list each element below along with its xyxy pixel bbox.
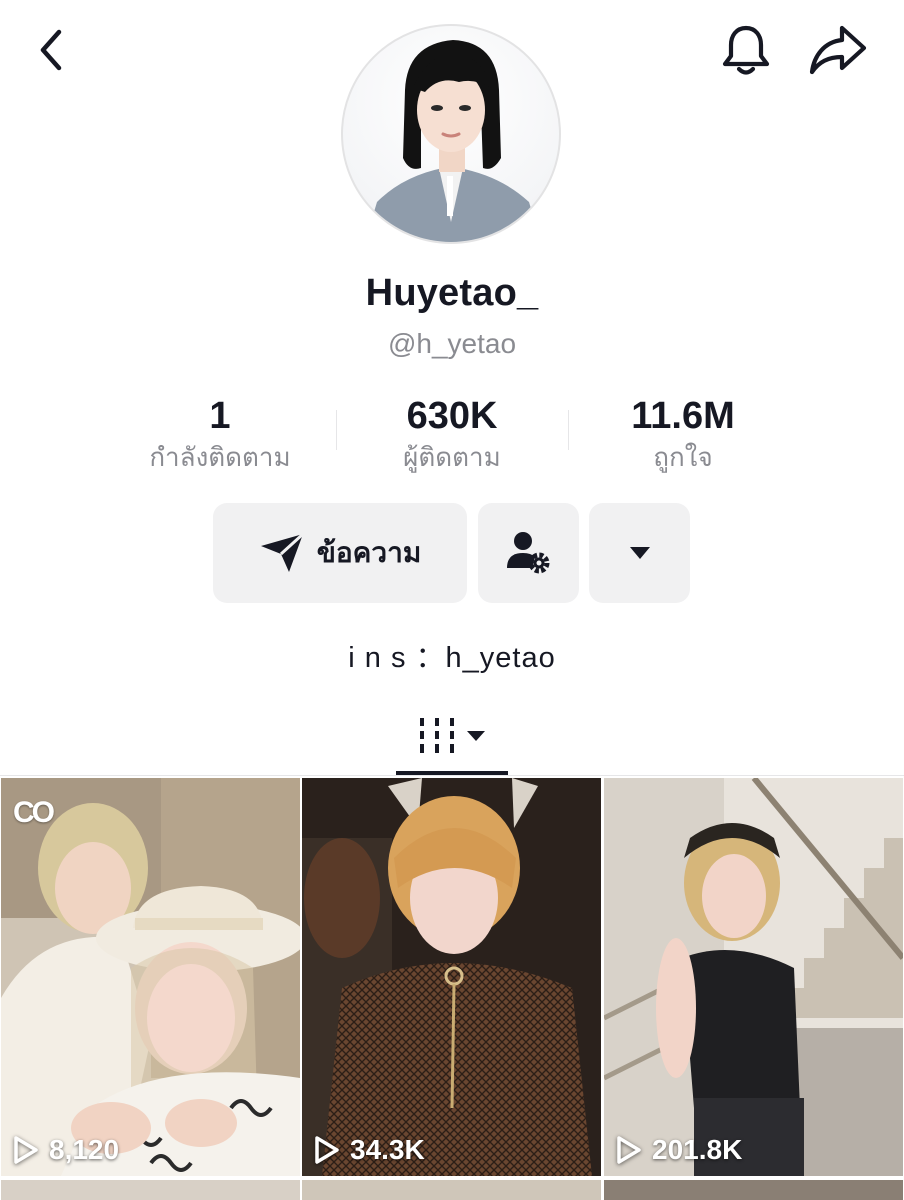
stat-followers[interactable]: 630K ผู้ติดตาม — [342, 394, 562, 474]
grid-icon — [420, 718, 454, 753]
stat-following[interactable]: 1 กำลังติดตาม — [110, 394, 330, 474]
likes-count: 11.6M — [631, 395, 735, 437]
view-count: 34.3K — [350, 1134, 425, 1165]
followers-count: 630K — [406, 395, 498, 437]
play-icon — [315, 1136, 339, 1164]
view-count: 201.8K — [652, 1134, 743, 1165]
video-thumbnail[interactable]: 201.8K — [604, 778, 903, 1176]
likes-label: ถูกใจ — [653, 442, 713, 472]
video-views: 34.3K — [314, 1134, 425, 1166]
collab-badge: CO — [13, 796, 55, 829]
display-name: Huyetao_ — [365, 272, 539, 314]
bell-icon — [722, 25, 770, 75]
video-views: 8,120 — [13, 1134, 119, 1166]
video-thumbnail[interactable]: CO 8,120 — [1, 778, 300, 1176]
share-arrow-icon — [809, 25, 867, 75]
message-button[interactable]: ข้อความ — [213, 503, 467, 603]
username: @h_yetao — [387, 328, 517, 359]
tab-divider — [0, 775, 904, 776]
video-thumbnail-image — [1, 778, 300, 1176]
caret-down-icon — [629, 547, 650, 559]
followers-label: ผู้ติดตาม — [403, 442, 501, 472]
chevron-left-icon — [40, 29, 62, 71]
play-icon — [617, 1136, 641, 1164]
avatar-portrait — [365, 40, 541, 242]
video-views: 201.8K — [616, 1134, 742, 1166]
message-label: ข้อความ — [316, 537, 422, 568]
back-button[interactable] — [30, 28, 74, 72]
tab-videos[interactable] — [396, 700, 508, 772]
view-count: 8,120 — [49, 1134, 120, 1165]
bio-text: i n s ：h_yetao — [348, 642, 556, 674]
video-thumbnail-image — [302, 778, 601, 1176]
friend-settings-button[interactable] — [478, 503, 579, 603]
play-icon — [14, 1136, 38, 1164]
video-thumbnail[interactable] — [302, 1180, 601, 1200]
video-thumbnail[interactable] — [604, 1180, 903, 1200]
video-thumbnail-image — [604, 778, 903, 1176]
user-settings-icon — [506, 532, 549, 574]
more-options-button[interactable] — [589, 503, 690, 603]
send-icon — [260, 532, 304, 572]
avatar[interactable] — [341, 24, 561, 244]
notification-bell-button[interactable] — [718, 22, 774, 78]
video-thumbnail[interactable] — [1, 1180, 300, 1200]
caret-down-icon — [467, 731, 485, 741]
following-label: กำลังติดตาม — [149, 442, 291, 472]
stat-divider — [568, 410, 569, 450]
following-count: 1 — [209, 395, 231, 437]
stat-likes[interactable]: 11.6M ถูกใจ — [573, 394, 793, 474]
stat-divider — [336, 410, 337, 450]
share-button[interactable] — [806, 22, 870, 78]
video-thumbnail[interactable]: 34.3K — [302, 778, 601, 1176]
